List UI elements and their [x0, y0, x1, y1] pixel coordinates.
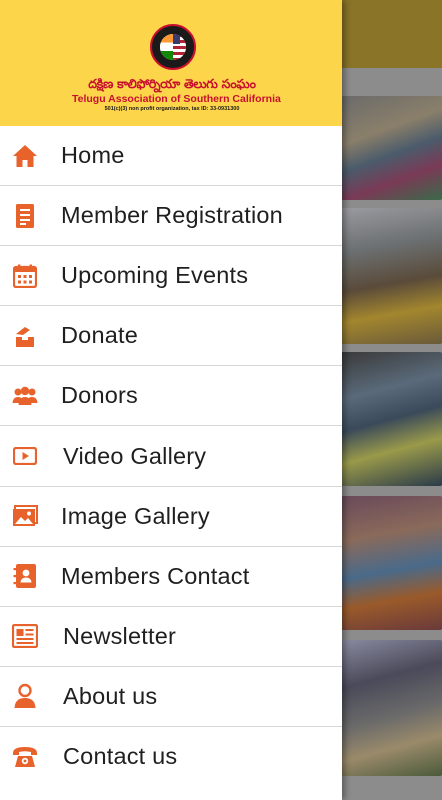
menu-item-about-us[interactable]: About us: [0, 667, 342, 727]
calendar-icon: [12, 263, 38, 289]
event-photo[interactable]: [341, 496, 442, 630]
donate-hand-icon: [12, 323, 38, 349]
menu-item-contact-us[interactable]: Contact us: [0, 727, 342, 787]
people-group-icon: [12, 383, 38, 409]
telephone-icon: [12, 744, 38, 770]
drawer-menu: Home Member Registration Upcoming Events…: [0, 126, 342, 787]
association-logo: దక్షిణ కాలిఫోర్నియా తెలుగు సంఘం Telugu A…: [72, 24, 281, 120]
menu-item-label: Member Registration: [61, 202, 283, 229]
drawer-header: దక్షిణ కాలిఫోర్నియా తెలుగు సంఘం Telugu A…: [0, 0, 342, 126]
menu-item-members-contact[interactable]: Members Contact: [0, 547, 342, 607]
newspaper-icon: [12, 623, 38, 649]
menu-item-home[interactable]: Home: [0, 126, 342, 187]
menu-item-label: Donate: [61, 322, 138, 349]
contact-book-icon: [12, 563, 38, 589]
menu-item-upcoming-events[interactable]: Upcoming Events: [0, 246, 342, 307]
logo-english-name: Telugu Association of Southern Californi…: [72, 93, 281, 105]
menu-item-label: Image Gallery: [61, 502, 210, 529]
menu-item-label: About us: [63, 682, 158, 709]
logo-emblem: [150, 24, 196, 70]
logo-subtitle: 501(c)(3) non profit organization, tax I…: [104, 106, 240, 112]
event-photo[interactable]: [341, 352, 442, 486]
menu-item-video-gallery[interactable]: Video Gallery: [0, 426, 342, 487]
image-gallery-icon: [12, 503, 38, 529]
menu-item-label: Home: [61, 142, 125, 169]
home-icon: [12, 143, 38, 169]
menu-item-label: Newsletter: [63, 622, 177, 649]
menu-item-image-gallery[interactable]: Image Gallery: [0, 487, 342, 547]
menu-item-member-registration[interactable]: Member Registration: [0, 186, 342, 247]
person-icon: [12, 683, 38, 709]
menu-item-newsletter[interactable]: Newsletter: [0, 607, 342, 667]
menu-item-label: Video Gallery: [63, 442, 207, 469]
us-flag-icon: [173, 34, 186, 60]
event-photo[interactable]: [341, 96, 442, 200]
registration-form-icon: [12, 203, 38, 229]
menu-item-label: Members Contact: [61, 562, 250, 589]
navigation-drawer: దక్షిణ కాలిఫోర్నియా తెలుగు సంఘం Telugu A…: [0, 0, 342, 800]
menu-item-label: Upcoming Events: [61, 262, 249, 289]
event-photo[interactable]: [341, 640, 442, 776]
menu-item-donors[interactable]: Donors: [0, 366, 342, 427]
menu-item-label: Donors: [61, 382, 138, 409]
menu-item-label: Contact us: [63, 743, 178, 770]
video-play-icon: [12, 443, 38, 469]
event-photo[interactable]: [341, 208, 442, 344]
menu-item-donate[interactable]: Donate: [0, 306, 342, 367]
india-flag-icon: [160, 34, 173, 60]
